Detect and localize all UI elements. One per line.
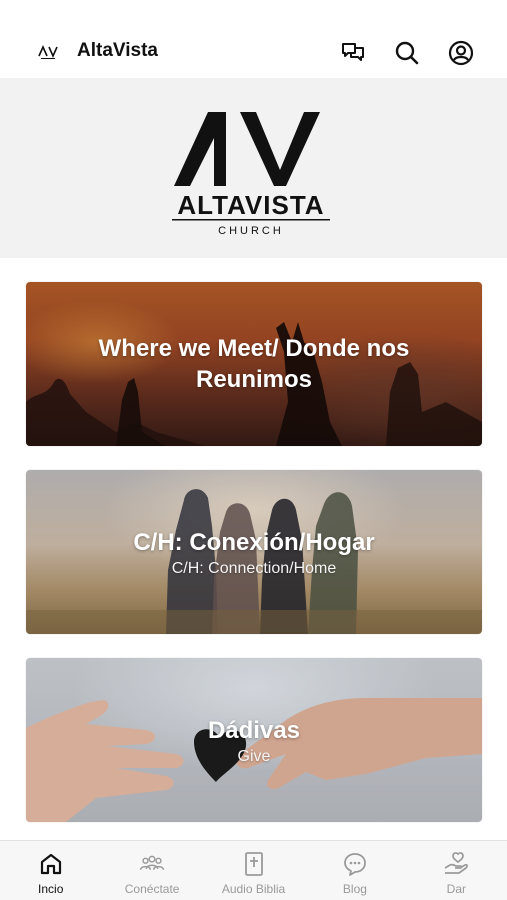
hero-banner: ALTAVISTA CHURCH <box>0 78 507 258</box>
status-bar <box>0 0 507 28</box>
people-icon <box>140 855 165 870</box>
profile-icon <box>448 40 474 66</box>
altavista-church-logo: ALTAVISTA CHURCH <box>172 112 330 236</box>
bible-icon <box>244 852 263 876</box>
bottom-tab-bar: Incio Conéctate Audio Biblia Blog Dar <box>0 840 507 900</box>
home-icon <box>40 853 61 875</box>
blog-bubble-icon <box>344 853 366 876</box>
profile-button[interactable] <box>446 38 476 68</box>
tab-label: Audio Biblia <box>221 882 286 896</box>
chat-icon <box>342 43 364 61</box>
tab-label: Blog <box>342 882 367 896</box>
tab-dar[interactable]: Dar <box>406 841 507 900</box>
app-title: AltaVista <box>77 40 158 61</box>
tab-conectate[interactable]: Conéctate <box>101 841 202 900</box>
app-header: AltaVista <box>0 28 507 78</box>
search-button[interactable] <box>392 38 422 68</box>
card-subtitle: Give <box>237 747 271 765</box>
card-title: Dádivas <box>207 716 301 744</box>
tab-audio-biblia[interactable]: Audio Biblia <box>203 841 304 900</box>
conexion-hogar-card[interactable]: C/H: Conexión/Hogar C/H: Connection/Home <box>26 470 482 634</box>
card-title: C/H: Conexión/Hogar <box>133 528 375 556</box>
card-title: Where we Meet/ Donde nos Reunimos <box>98 335 410 393</box>
svg-text:ALTAVISTA: ALTAVISTA <box>177 190 324 220</box>
search-icon <box>395 41 419 65</box>
card-subtitle: C/H: Connection/Home <box>171 559 337 577</box>
app-logo-icon <box>38 45 58 59</box>
svg-text:CHURCH: CHURCH <box>218 225 284 236</box>
tab-label: Incio <box>38 882 64 896</box>
chat-button[interactable] <box>338 38 368 68</box>
tab-blog[interactable]: Blog <box>304 841 405 900</box>
give-hand-icon <box>444 852 469 874</box>
tab-label: Conéctate <box>124 882 180 896</box>
tab-label: Dar <box>446 882 466 896</box>
where-we-meet-card[interactable]: Where we Meet/ Donde nos Reunimos <box>26 282 482 446</box>
dadivas-card[interactable]: Dádivas Give <box>26 658 482 822</box>
tab-incio[interactable]: Incio <box>0 841 101 900</box>
